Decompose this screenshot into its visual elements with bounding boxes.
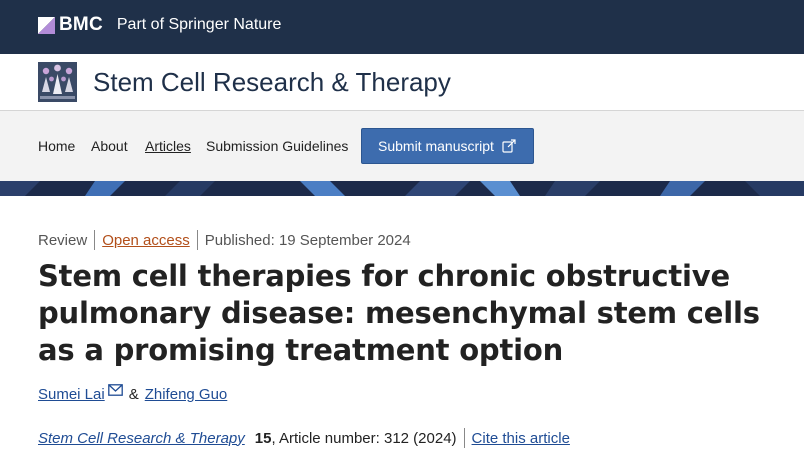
author-link-guo[interactable]: Zhifeng Guo bbox=[145, 386, 228, 403]
bmc-brand: BMC bbox=[59, 14, 103, 35]
publisher-bar: BMC Part of Springer Nature bbox=[0, 0, 804, 54]
nav-about[interactable]: About bbox=[91, 137, 128, 155]
journal-title[interactable]: Stem Cell Research & Therapy bbox=[93, 67, 451, 97]
journal-nav: Home About Articles Submission Guideline… bbox=[0, 111, 804, 181]
citation-article-number: , Article number: 312 (2024) bbox=[271, 429, 457, 447]
bmc-logo[interactable]: BMC Part of Springer Nature bbox=[38, 15, 281, 35]
citation-volume: 15 bbox=[254, 429, 272, 447]
article-title: Stem cell therapies for chronic obstruct… bbox=[38, 259, 760, 367]
journal-header: Stem Cell Research & Therapy bbox=[0, 54, 804, 111]
decorative-banner bbox=[0, 181, 804, 196]
mail-icon[interactable] bbox=[107, 383, 123, 396]
submit-manuscript-button[interactable]: Submit manuscript bbox=[361, 128, 534, 164]
nav-submission-guidelines[interactable]: Submission Guidelines bbox=[206, 137, 348, 155]
published-date: Published: 19 September 2024 bbox=[204, 231, 411, 249]
cite-this-article-link[interactable]: Cite this article bbox=[472, 430, 570, 447]
open-access-link[interactable]: Open access bbox=[102, 232, 190, 249]
citation-line: Stem Cell Research & Therapy 15 , Articl… bbox=[38, 428, 570, 448]
author-separator: & bbox=[128, 386, 139, 403]
meta-divider bbox=[94, 230, 96, 250]
meta-divider bbox=[196, 230, 198, 250]
nav-articles[interactable]: Articles bbox=[145, 137, 191, 155]
submit-manuscript-label: Submit manuscript bbox=[378, 138, 494, 154]
author-link-lai[interactable]: Sumei Lai bbox=[38, 386, 105, 403]
publisher-tagline[interactable]: Part of Springer Nature bbox=[117, 15, 282, 35]
article-type: Review bbox=[38, 231, 88, 249]
citation-journal-link[interactable]: Stem Cell Research & Therapy bbox=[38, 430, 245, 447]
journal-logo[interactable] bbox=[38, 62, 77, 102]
nav-home[interactable]: Home bbox=[38, 137, 75, 155]
citation-divider bbox=[463, 428, 465, 448]
banner-pattern bbox=[0, 181, 804, 196]
author-list: Sumei Lai & Zhifeng Guo bbox=[38, 383, 228, 403]
external-link-icon bbox=[502, 139, 516, 153]
article-meta: Review Open access Published: 19 Septemb… bbox=[38, 229, 411, 251]
bmc-logo-icon bbox=[38, 16, 55, 34]
journal-logo-icon bbox=[38, 62, 77, 102]
